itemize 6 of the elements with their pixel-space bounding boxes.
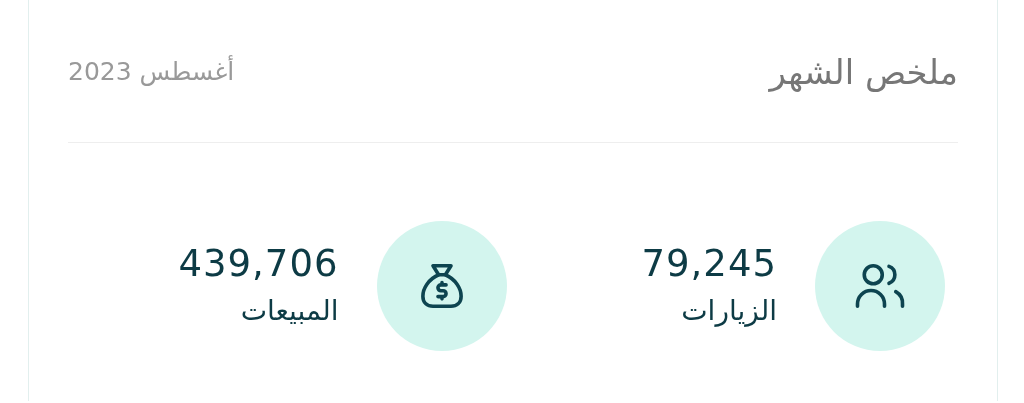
stat-label: المبيعات <box>240 296 339 327</box>
period-label: أغسطس 2023 <box>68 57 235 86</box>
card-title: ملخص الشهر <box>769 51 958 92</box>
stat-value: 79,245 <box>641 245 777 283</box>
stat-label: الزيارات <box>681 296 777 327</box>
stat-value: 439,706 <box>178 245 339 283</box>
